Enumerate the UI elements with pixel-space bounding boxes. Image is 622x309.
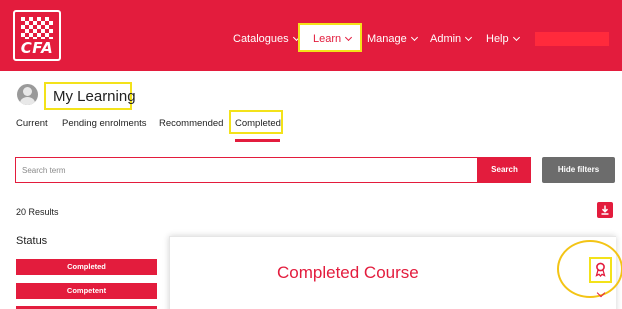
- nav-item-help[interactable]: Help: [486, 33, 520, 45]
- logo-text: CFA: [20, 39, 54, 57]
- active-tab-underline: [235, 139, 280, 142]
- tab-pending-enrolments[interactable]: Pending enrolments: [62, 118, 147, 129]
- nav-label: Catalogues: [233, 33, 289, 45]
- logo-checker-pattern: [21, 17, 53, 39]
- tab-completed-label: Completed: [235, 118, 281, 129]
- chevron-down-icon: [512, 33, 520, 42]
- page-title-highlight: My Learning: [44, 82, 136, 110]
- nav-item-catalogues[interactable]: Catalogues: [233, 33, 300, 45]
- avatar-icon[interactable]: [17, 84, 38, 105]
- search-button[interactable]: Search: [478, 157, 531, 183]
- award-icon: [595, 262, 606, 277]
- nav-label: Learn: [313, 33, 342, 45]
- chevron-down-icon: [410, 33, 418, 42]
- certificate-button[interactable]: [589, 257, 612, 283]
- nav-item-manage[interactable]: Manage: [367, 33, 418, 45]
- nav-item-admin[interactable]: Admin: [430, 33, 473, 45]
- download-button[interactable]: [597, 202, 613, 218]
- chevron-down-icon: [345, 33, 353, 42]
- nav-label: Admin: [430, 33, 462, 45]
- nav-item-learn[interactable]: Learn: [298, 23, 362, 52]
- tab-recommended[interactable]: Recommended: [159, 118, 223, 129]
- tab-current[interactable]: Current: [16, 118, 48, 129]
- chevron-down-icon: [465, 33, 473, 42]
- status-filter-heading: Status: [16, 235, 48, 247]
- course-title: Completed Course: [277, 263, 419, 282]
- download-icon: [601, 205, 609, 215]
- nav-label: Manage: [367, 33, 407, 45]
- user-menu-redacted[interactable]: [535, 32, 609, 46]
- hide-filters-button[interactable]: Hide filters: [542, 157, 615, 183]
- course-card[interactable]: Completed Course: [169, 236, 616, 309]
- filter-competent[interactable]: Competent: [16, 283, 157, 299]
- tab-completed[interactable]: Completed: [229, 110, 283, 134]
- nav-label: Help: [486, 33, 509, 45]
- page-title: My Learning: [53, 88, 136, 105]
- filter-completed[interactable]: Completed: [16, 259, 157, 275]
- cfa-logo[interactable]: CFA: [13, 10, 61, 61]
- search-input[interactable]: [15, 157, 478, 183]
- results-count: 20 Results: [16, 207, 59, 217]
- top-navigation-bar: CFA Catalogues Learn Manage Admin Help: [0, 0, 622, 71]
